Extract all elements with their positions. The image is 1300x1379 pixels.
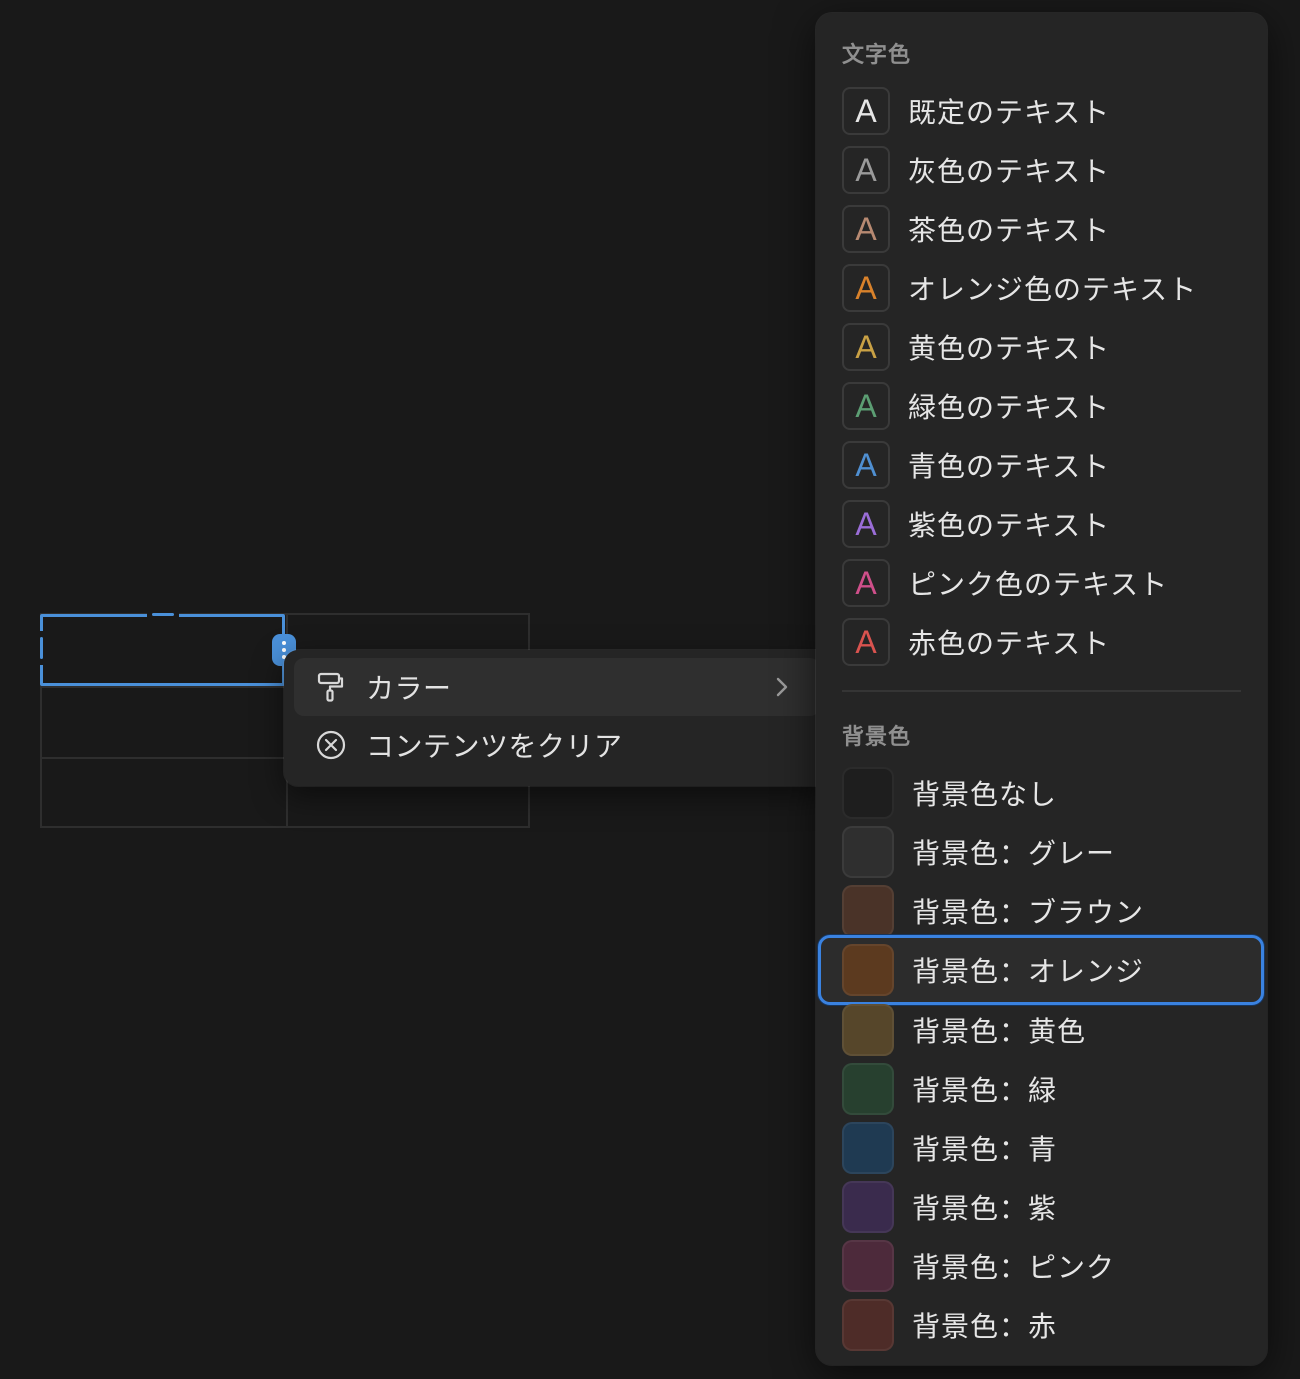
background-color-option[interactable]: 背景色：ブラウン bbox=[820, 883, 1263, 939]
text-color-option[interactable]: A ピンク色のテキスト bbox=[820, 555, 1263, 611]
text-color-option[interactable]: A 既定のテキスト bbox=[820, 83, 1263, 139]
background-color-option[interactable]: 背景色：緑 bbox=[820, 1061, 1263, 1117]
option-label: 赤色のテキスト bbox=[908, 627, 1111, 660]
option-label: 背景色：赤 bbox=[912, 1310, 1058, 1343]
text-color-swatch: A bbox=[842, 264, 890, 312]
option-label: 茶色のテキスト bbox=[908, 214, 1111, 247]
chevron-right-icon bbox=[774, 675, 790, 699]
text-color-swatch: A bbox=[842, 500, 890, 548]
option-label: 背景色なし bbox=[912, 778, 1058, 811]
menu-item-clear-content[interactable]: コンテンツをクリア bbox=[294, 716, 820, 774]
text-color-swatch: A bbox=[842, 382, 890, 430]
clear-circle-x-icon bbox=[314, 728, 348, 762]
text-color-swatch: A bbox=[842, 87, 890, 135]
menu-item-color[interactable]: カラー bbox=[294, 658, 820, 716]
column-drag-handle[interactable] bbox=[147, 611, 179, 617]
background-color-swatch bbox=[842, 1122, 894, 1174]
option-label: 背景色：グレー bbox=[912, 837, 1116, 870]
text-color-option[interactable]: A 紫色のテキスト bbox=[820, 496, 1263, 552]
background-color-option[interactable]: 背景色：赤 bbox=[820, 1297, 1263, 1353]
text-color-swatch: A bbox=[842, 205, 890, 253]
option-label: 背景色：ピンク bbox=[912, 1251, 1116, 1284]
option-label: 緑色のテキスト bbox=[908, 391, 1111, 424]
color-submenu: 文字色 A 既定のテキスト A 灰色のテキスト A 茶色のテキスト A オレンジ… bbox=[816, 13, 1267, 1365]
option-label: 背景色：紫 bbox=[912, 1192, 1058, 1225]
background-color-option-selected[interactable]: 背景色：オレンジ bbox=[818, 935, 1264, 1005]
menu-item-label: コンテンツをクリア bbox=[366, 730, 623, 763]
option-label: オレンジ色のテキスト bbox=[908, 273, 1198, 306]
background-color-option[interactable]: 背景色：紫 bbox=[820, 1179, 1263, 1235]
background-color-swatch bbox=[842, 1063, 894, 1115]
option-label: 背景色：緑 bbox=[912, 1074, 1058, 1107]
text-color-section-title: 文字色 bbox=[842, 43, 912, 68]
background-color-swatch bbox=[842, 1240, 894, 1292]
handle-dot bbox=[282, 648, 286, 652]
background-color-option[interactable]: 背景色：黄色 bbox=[820, 1002, 1263, 1058]
option-label: 灰色のテキスト bbox=[908, 155, 1111, 188]
text-color-option[interactable]: A 青色のテキスト bbox=[820, 437, 1263, 493]
text-color-swatch: A bbox=[842, 323, 890, 371]
background-color-swatch bbox=[842, 1181, 894, 1233]
text-color-option[interactable]: A 黄色のテキスト bbox=[820, 319, 1263, 375]
background-color-swatch bbox=[842, 1004, 894, 1056]
background-color-section-title: 背景色 bbox=[842, 725, 912, 750]
option-label: 背景色：オレンジ bbox=[912, 955, 1145, 988]
cell-context-menu: カラー コンテンツをクリア bbox=[284, 650, 830, 786]
text-color-option[interactable]: A 茶色のテキスト bbox=[820, 201, 1263, 257]
background-color-swatch bbox=[842, 826, 894, 878]
option-label: ピンク色のテキスト bbox=[908, 568, 1169, 601]
selected-table-cell[interactable] bbox=[40, 614, 285, 686]
background-color-option[interactable]: 背景色：青 bbox=[820, 1120, 1263, 1176]
option-label: 青色のテキスト bbox=[908, 450, 1111, 483]
text-color-option[interactable]: A 緑色のテキスト bbox=[820, 378, 1263, 434]
text-color-option[interactable]: A 灰色のテキスト bbox=[820, 142, 1263, 198]
text-color-option[interactable]: A 赤色のテキスト bbox=[820, 614, 1263, 670]
background-color-option[interactable]: 背景色なし bbox=[820, 765, 1263, 821]
background-color-swatch bbox=[842, 944, 894, 996]
paint-roller-icon bbox=[314, 670, 348, 704]
text-color-swatch: A bbox=[842, 618, 890, 666]
background-color-swatch bbox=[842, 885, 894, 937]
text-color-swatch: A bbox=[842, 146, 890, 194]
text-color-swatch: A bbox=[842, 559, 890, 607]
background-color-option[interactable]: 背景色：グレー bbox=[820, 824, 1263, 880]
background-color-swatch bbox=[842, 1299, 894, 1351]
option-label: 紫色のテキスト bbox=[908, 509, 1111, 542]
option-label: 背景色：ブラウン bbox=[912, 896, 1145, 929]
option-label: 背景色：黄色 bbox=[912, 1015, 1087, 1048]
text-color-swatch: A bbox=[842, 441, 890, 489]
row-drag-handle[interactable] bbox=[37, 631, 45, 665]
option-label: 背景色：青 bbox=[912, 1133, 1058, 1166]
background-color-option[interactable]: 背景色：ピンク bbox=[820, 1238, 1263, 1294]
menu-item-label: カラー bbox=[366, 672, 452, 705]
section-divider bbox=[842, 690, 1241, 692]
option-label: 既定のテキスト bbox=[908, 96, 1111, 129]
handle-dot bbox=[282, 641, 286, 645]
option-label: 黄色のテキスト bbox=[908, 332, 1111, 365]
text-color-option[interactable]: A オレンジ色のテキスト bbox=[820, 260, 1263, 316]
background-color-swatch bbox=[842, 767, 894, 819]
